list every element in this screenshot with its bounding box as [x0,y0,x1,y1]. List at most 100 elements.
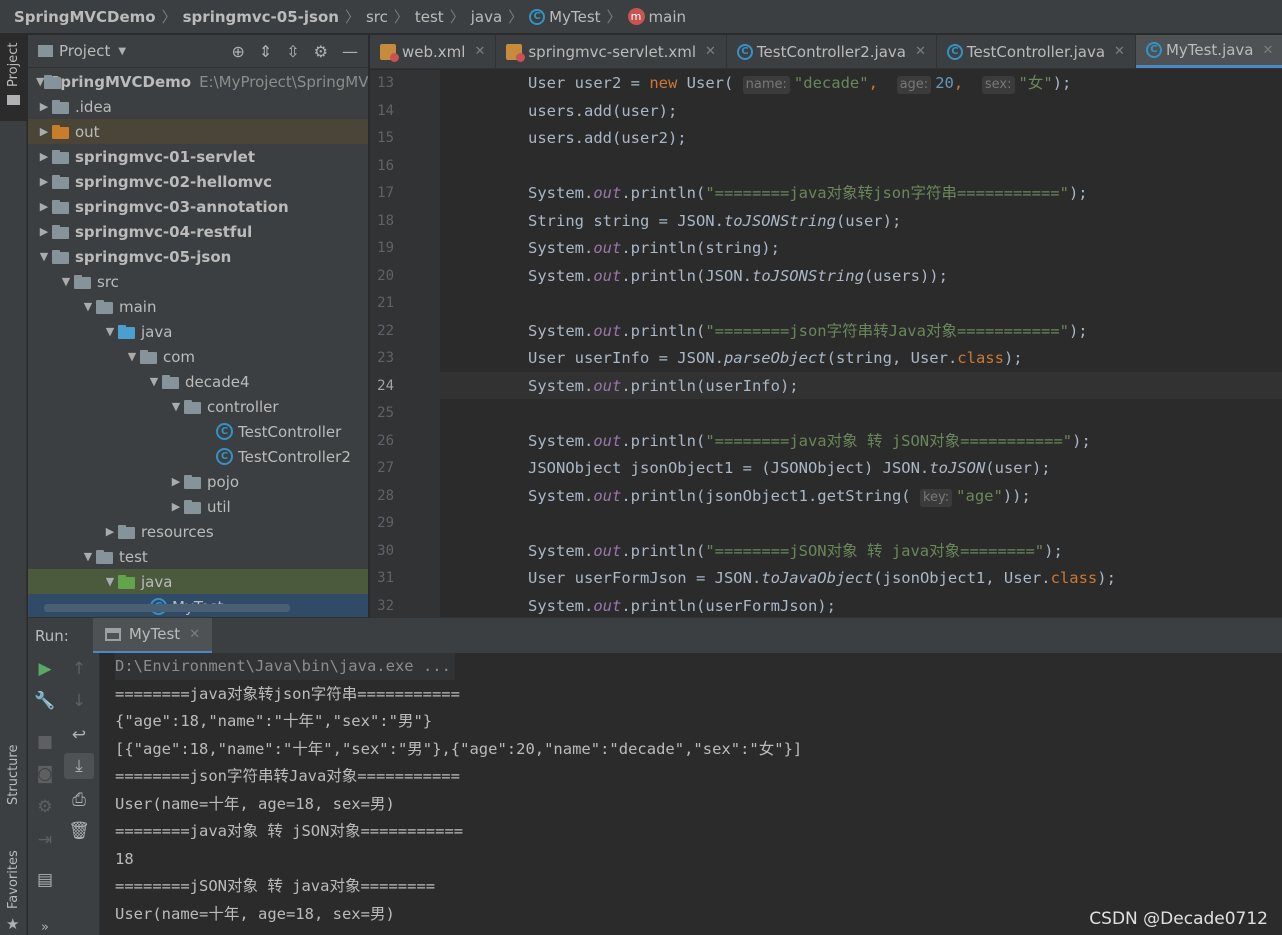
tree-item-controller[interactable]: ▼ controller [28,394,368,419]
run-console-output[interactable]: D:\Environment\Java\bin\java.exe ... ===… [100,653,1282,935]
close-icon[interactable]: ✕ [915,44,926,59]
camera-icon[interactable]: ◙ [28,761,62,787]
chevron-right-icon[interactable]: ▶ [36,150,52,163]
tree-item-src[interactable]: ▼ src [28,269,368,294]
code-line[interactable]: System.out.println(userFormJson); [528,593,836,618]
close-icon[interactable]: ✕ [1114,44,1125,59]
tree-item-idea[interactable]: ▶ .idea [28,94,368,119]
chevron-right-icon[interactable]: ▶ [36,200,52,213]
exit-icon[interactable]: ⇥ [28,827,62,853]
more-icon[interactable]: » [28,915,62,935]
code-line[interactable]: users.add(user); [528,98,677,125]
chevron-down-icon[interactable]: ▼ [36,250,52,263]
tree-item-test[interactable]: ▼ test [28,544,368,569]
code-line[interactable]: users.add(user2); [528,125,687,152]
project-tool-tab[interactable]: Project [0,35,27,121]
chevron-down-icon[interactable]: ▼ [118,46,126,57]
tree-item-module[interactable]: ▼ springmvc-05-json [28,244,368,269]
chevron-down-icon[interactable]: ▼ [36,75,44,88]
scroll-to-end-icon[interactable]: ⤓ [64,753,94,779]
soft-wrap-icon[interactable]: ↩ [62,722,96,748]
chevron-right-icon[interactable]: ▶ [36,175,52,188]
editor-tab-active[interactable]: C MyTest.java ✕ [1135,35,1282,68]
code-line[interactable]: User userInfo = JSON.parseObject(string,… [528,345,1023,372]
tree-item-pojo[interactable]: ▶ pojo [28,469,368,494]
gear-icon[interactable]: ⚙ [314,42,328,61]
project-panel-title[interactable]: Project [59,42,110,60]
chevron-down-icon[interactable]: ▼ [168,400,184,413]
expand-all-icon[interactable]: ⇕ [259,42,272,61]
tree-item-decade4[interactable]: ▼ decade4 [28,369,368,394]
breadcrumb-java[interactable]: java [471,8,502,26]
code-line[interactable]: System.out.println("========java对象 转 jSO… [528,428,1091,455]
code-line[interactable]: System.out.println("========json字符串转Java… [528,318,1088,345]
chevron-down-icon[interactable]: ▼ [80,300,96,313]
tree-item-util[interactable]: ▶ util [28,494,368,519]
editor-tab[interactable]: C TestController2.java ✕ [727,35,937,68]
code-line[interactable]: System.out.println(jsonObject1.getString… [528,483,1031,510]
chevron-right-icon[interactable]: ▶ [102,525,118,538]
chevron-right-icon[interactable]: ▶ [36,125,52,138]
code-line[interactable]: User userFormJson = JSON.toJavaObject(js… [528,565,1116,592]
settings-icon[interactable]: ⚙ [28,794,62,820]
chevron-right-icon[interactable]: ▶ [36,100,52,113]
tree-item-module[interactable]: ▶ springmvc-01-servlet [28,144,368,169]
code-line[interactable]: JSONObject jsonObject1 = (JSONObject) JS… [528,455,1051,482]
breadcrumb-method[interactable]: main [649,8,686,26]
wrench-icon[interactable]: 🔧 [28,688,62,714]
code-line[interactable]: String string = JSON.toJSONString(user); [528,208,901,235]
chevron-down-icon[interactable]: ▼ [58,275,74,288]
editor-tab[interactable]: springmvc-servlet.xml ✕ [496,35,727,68]
close-icon[interactable]: ✕ [474,44,485,59]
close-icon[interactable]: ✕ [1263,43,1274,58]
breadcrumb-src[interactable]: src [366,8,388,26]
chevron-down-icon[interactable]: ▼ [146,375,162,388]
tree-item-resources[interactable]: ▶ resources [28,519,368,544]
chevron-down-icon[interactable]: ▼ [102,575,118,588]
arrow-down-icon[interactable]: ↓ [62,688,96,714]
breadcrumb-module[interactable]: springmvc-05-json [183,8,339,26]
editor-tab[interactable]: C TestController.java ✕ [937,35,1136,68]
tree-item-module[interactable]: ▶ springmvc-02-hellomvc [28,169,368,194]
collapse-all-icon[interactable]: ⇳ [286,42,299,61]
code-line[interactable]: System.out.println("========jSON对象 转 jav… [528,538,1063,565]
close-icon[interactable]: ✕ [705,44,716,59]
breadcrumb-project[interactable]: SpringMVCDemo [14,8,156,26]
code-line-current[interactable]: System.out.println(userInfo); [528,373,799,400]
tree-item-main[interactable]: ▼ main [28,294,368,319]
tree-item-root[interactable]: ▼ SpringMVCDemo E:\MyProject\SpringMV [28,69,368,94]
tree-item-testcontroller[interactable]: C TestController [28,419,368,444]
chevron-right-icon[interactable]: ▶ [36,225,52,238]
tree-item-module[interactable]: ▶ springmvc-03-annotation [28,194,368,219]
tree-item-test-java[interactable]: ▼ java [28,569,368,594]
code-line[interactable]: System.out.println("========java对象转json字… [528,180,1088,207]
tree-item-com[interactable]: ▼ com [28,344,368,369]
tree-item-java[interactable]: ▼ java [28,319,368,344]
editor-tab[interactable]: web.xml ✕ [370,35,497,68]
rerun-icon[interactable]: ▶ [28,656,62,682]
stop-icon[interactable]: ■ [28,729,62,755]
chevron-down-icon[interactable]: ▼ [80,550,96,563]
structure-tool-tab[interactable]: Structure [0,735,27,825]
tree-item-testcontroller2[interactable]: C TestController2 [28,444,368,469]
chevron-right-icon[interactable]: ▶ [168,500,184,513]
trash-icon[interactable]: 🗑 [62,818,96,844]
tree-item-module[interactable]: ▶ springmvc-04-restful [28,219,368,244]
arrow-up-icon[interactable]: ↑ [62,656,96,682]
target-icon[interactable]: ⊕ [231,42,244,61]
layout-icon[interactable]: ▤ [28,867,62,893]
chevron-down-icon[interactable]: ▼ [124,350,140,363]
print-icon[interactable]: ⎙ [62,787,96,813]
chevron-right-icon[interactable]: ▶ [168,475,184,488]
minimize-icon[interactable]: — [342,42,358,61]
close-icon[interactable]: ✕ [189,627,200,642]
project-panel-horizontal-scrollbar[interactable] [44,604,290,612]
code-line[interactable]: System.out.println(string); [528,235,780,262]
code-line[interactable]: User user2 = new User( name: "decade", ag… [528,70,1071,97]
favorites-tool-tab[interactable]: Favorites ★ [0,843,27,933]
breadcrumb-class[interactable]: MyTest [549,8,600,26]
chevron-down-icon[interactable]: ▼ [102,325,118,338]
tree-item-out[interactable]: ▶ out [28,119,368,144]
breadcrumb-test[interactable]: test [415,8,444,26]
run-tab-mytest[interactable]: MyTest ✕ [92,617,213,654]
